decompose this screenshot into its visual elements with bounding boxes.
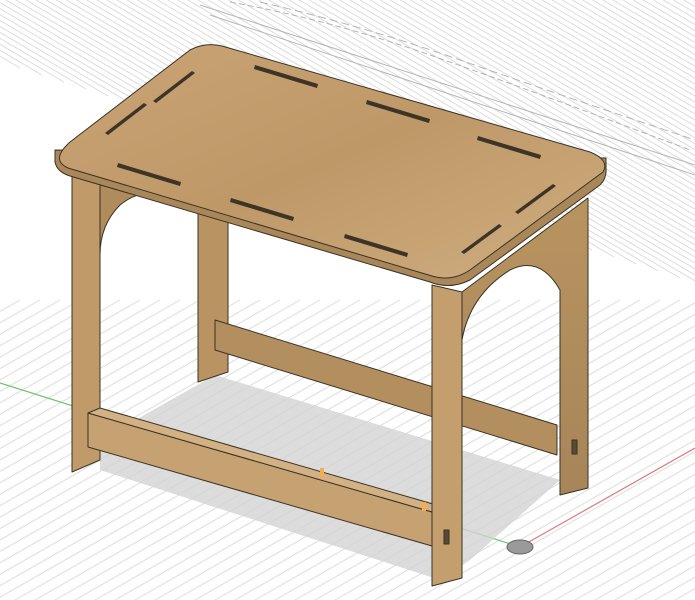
grid-line bbox=[642, 0, 695, 31]
tenon-slot bbox=[571, 439, 578, 455]
grid-line bbox=[541, 0, 695, 91]
grid-line bbox=[0, 299, 141, 381]
sketch-point-marker bbox=[422, 502, 426, 511]
grid-line bbox=[614, 553, 695, 600]
grid-line bbox=[673, 0, 695, 14]
grid-line bbox=[531, 0, 695, 97]
grid-line bbox=[594, 542, 695, 600]
grid-line bbox=[0, 299, 21, 312]
grid-line bbox=[561, 0, 695, 79]
grid-line bbox=[0, 299, 121, 370]
x-axis-line bbox=[519, 447, 695, 548]
scene[interactable] bbox=[0, 0, 695, 600]
origin-marker-icon[interactable] bbox=[506, 539, 534, 555]
grid-line bbox=[0, 55, 21, 69]
grid-line bbox=[534, 508, 695, 600]
grid-line bbox=[511, 0, 695, 109]
grid-line bbox=[652, 0, 695, 26]
grid-line bbox=[514, 496, 695, 600]
back-left-leg bbox=[197, 212, 229, 383]
grid-line bbox=[0, 43, 65, 83]
grid-line bbox=[480, 0, 695, 127]
grid-line bbox=[654, 576, 695, 600]
grid-line bbox=[572, 0, 695, 73]
sketch-point-marker bbox=[320, 468, 324, 477]
grid-line bbox=[674, 588, 695, 600]
grid-line bbox=[612, 0, 695, 49]
grid-line bbox=[683, 0, 695, 8]
grid-line bbox=[632, 0, 695, 37]
grid-line bbox=[602, 0, 695, 55]
grid-line bbox=[554, 519, 695, 600]
grid-line bbox=[501, 0, 695, 115]
grid-line bbox=[574, 530, 695, 600]
grid-line bbox=[582, 0, 695, 67]
grid-line bbox=[0, 299, 41, 324]
grid-line bbox=[0, 299, 81, 347]
grid-line bbox=[0, 31, 109, 97]
3d-viewport[interactable] bbox=[0, 0, 695, 600]
tenon-slot bbox=[443, 529, 450, 545]
